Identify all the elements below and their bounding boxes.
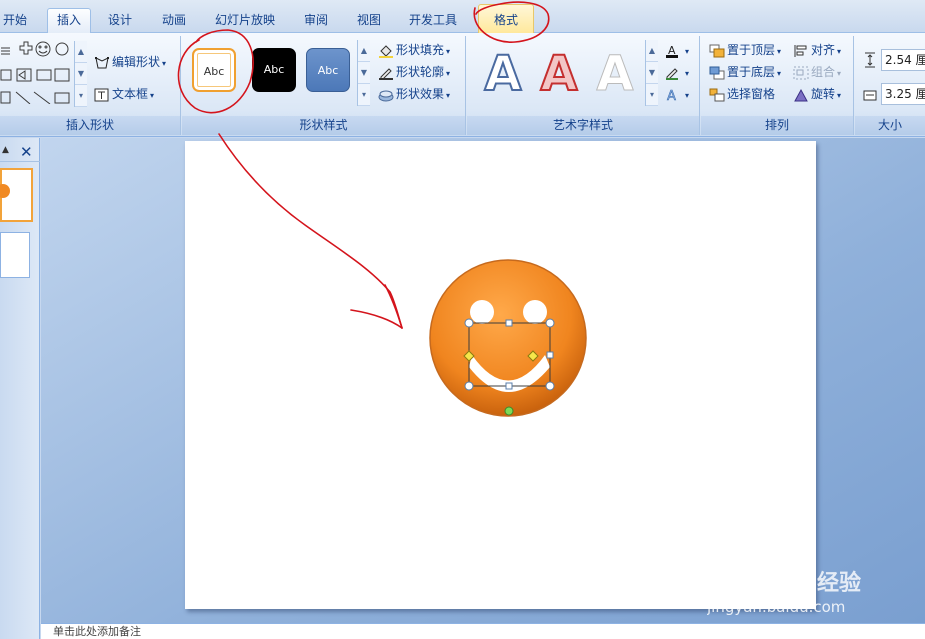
- scroll-down-icon[interactable]: ▼: [358, 62, 370, 84]
- right-eye: [523, 300, 547, 324]
- group-shape-styles: Abc Abc Abc ▲ ▼ ▾ 形状填充▾ 形状轮廓▾ 形状效果▾ ↘ 形状…: [182, 36, 466, 135]
- shape-style-gallery-scroll[interactable]: ▲ ▼ ▾: [357, 40, 370, 106]
- textbox-button[interactable]: 文本框 ▾: [94, 84, 154, 104]
- wordart-style-red[interactable]: A: [533, 45, 585, 103]
- svg-text:A: A: [667, 89, 676, 102]
- rotate-button[interactable]: 旋转 ▾: [793, 84, 841, 104]
- panel-tab-icon[interactable]: ▲: [2, 145, 9, 155]
- selection-pane-button[interactable]: 选择窗格: [709, 84, 775, 104]
- send-back-icon: [709, 66, 725, 79]
- group-title-shape-styles: 形状样式: [182, 116, 465, 135]
- wordart-style-outline-blue[interactable]: A: [477, 45, 529, 103]
- shape-outline-button[interactable]: 形状轮廓 ▾: [378, 62, 450, 82]
- scroll-up-icon[interactable]: ▲: [358, 40, 370, 62]
- scroll-up-icon[interactable]: ▲: [646, 40, 658, 62]
- text-fill-button[interactable]: A ▾: [665, 40, 689, 60]
- more-icon[interactable]: ▾: [75, 85, 87, 107]
- group-insert-shapes: ▲ ▼ ▾ 编辑形状 ▾ 文本框 ▾ 插入形状: [0, 36, 181, 135]
- left-eye: [470, 300, 494, 324]
- wordart-style-white[interactable]: A: [589, 46, 641, 103]
- slide-canvas[interactable]: [185, 141, 816, 609]
- tab-slideshow[interactable]: 幻灯片放映: [205, 9, 285, 31]
- send-to-back-button[interactable]: 置于底层 ▾: [709, 62, 781, 82]
- selection-pane-icon: [709, 88, 725, 101]
- text-outline-icon: [666, 67, 678, 80]
- watermark-url: jingyan.baidu.com: [707, 598, 845, 616]
- shape-fill-button[interactable]: 形状填充 ▾: [378, 40, 450, 60]
- text-outline-button[interactable]: ▾: [665, 62, 689, 82]
- slide-thumbnail-1[interactable]: [0, 168, 33, 222]
- textbox-icon: [94, 88, 109, 101]
- group-size: 2.54 厘 3.25 厘 大小: [855, 36, 925, 135]
- shape-effects-button[interactable]: 形状效果 ▾: [378, 84, 450, 104]
- slide-thumbnail-2[interactable]: [0, 232, 30, 278]
- paw-logo-icon: Bai du 经验 jingyan.baidu.com: [706, 559, 861, 616]
- group-button[interactable]: 组合 ▾: [793, 62, 841, 82]
- tab-home[interactable]: 开始: [0, 9, 30, 31]
- scroll-down-icon[interactable]: ▼: [646, 62, 658, 84]
- group-title-size: 大小: [855, 116, 925, 135]
- notes-pane[interactable]: 单击此处添加备注: [41, 623, 925, 639]
- group-title-insert-shapes: 插入形状: [0, 116, 180, 135]
- more-icon[interactable]: ▾: [358, 84, 370, 106]
- effects-icon: [378, 90, 394, 101]
- edit-shape-icon: [95, 56, 109, 68]
- group-title-wordart-styles: 艺术字样式: [467, 116, 699, 135]
- shape-style-blue[interactable]: Abc: [306, 48, 350, 92]
- wordart-gallery-scroll[interactable]: ▲ ▼ ▾: [645, 40, 658, 106]
- svg-text:du: du: [769, 570, 803, 598]
- scroll-down-icon[interactable]: ▼: [75, 63, 87, 85]
- baidu-watermark: Bai du 经验 jingyan.baidu.com: [706, 559, 907, 620]
- height-input[interactable]: 2.54 厘: [881, 49, 925, 71]
- close-icon[interactable]: ✕: [20, 143, 33, 161]
- group-title-arrange: 排列: [701, 116, 853, 135]
- tab-review[interactable]: 审阅: [294, 9, 338, 31]
- thumbnail-smiley: [0, 184, 10, 198]
- shapes-gallery-scroll[interactable]: ▲ ▼ ▾: [74, 41, 87, 107]
- scroll-up-icon[interactable]: ▲: [75, 41, 87, 63]
- text-fill-icon: A: [666, 44, 678, 58]
- text-effects-button[interactable]: A ▾: [665, 84, 689, 104]
- svg-text:经验: 经验: [817, 570, 861, 596]
- height-icon: [865, 52, 875, 68]
- smiley-shape[interactable]: [185, 141, 816, 609]
- align-icon: [794, 44, 807, 57]
- more-icon[interactable]: ▾: [646, 84, 658, 106]
- text-effects-icon: A: [667, 88, 677, 102]
- tab-developer[interactable]: 开发工具: [400, 9, 466, 31]
- bring-to-front-button[interactable]: 置于顶层 ▾: [709, 40, 781, 60]
- edit-shape-button[interactable]: 编辑形状 ▾: [94, 52, 166, 72]
- group-icon: [793, 66, 809, 79]
- group-wordart-styles: A A A ▲ ▼ ▾ A▾ ▾ A▾ ↘ 艺术字样式: [467, 36, 700, 135]
- width-input[interactable]: 3.25 厘: [881, 83, 925, 105]
- tab-design[interactable]: 设计: [98, 9, 142, 31]
- align-button[interactable]: 对齐 ▾: [793, 40, 841, 60]
- tab-insert[interactable]: 插入: [47, 8, 91, 34]
- width-icon: [863, 90, 877, 101]
- tab-animation[interactable]: 动画: [152, 9, 196, 31]
- paint-bucket-icon: [379, 44, 393, 58]
- slide-thumbnail-panel: ▲ ✕: [0, 138, 40, 639]
- bring-front-icon: [709, 44, 725, 57]
- tab-format[interactable]: 格式: [478, 4, 534, 34]
- pen-icon: [379, 67, 393, 80]
- shape-style-black[interactable]: Abc: [252, 48, 296, 92]
- watermark-brand: Bai: [709, 565, 762, 600]
- panel-header: ▲ ✕: [0, 142, 40, 162]
- ribbon-tab-bar: 开始 插入 设计 动画 幻灯片放映 审阅 视图 开发工具 格式: [0, 0, 925, 34]
- tab-view[interactable]: 视图: [347, 9, 391, 31]
- ribbon: ▲ ▼ ▾ 编辑形状 ▾ 文本框 ▾ 插入形状 Abc Abc Abc ▲ ▼ ▾ …: [0, 33, 925, 137]
- rotate-icon: [794, 88, 808, 101]
- group-arrange: 置于顶层 ▾ 置于底层 ▾ 选择窗格 对齐 ▾ 组合 ▾ 旋转 ▾ 排列: [701, 36, 854, 135]
- shape-style-orange-outline[interactable]: Abc: [192, 48, 236, 92]
